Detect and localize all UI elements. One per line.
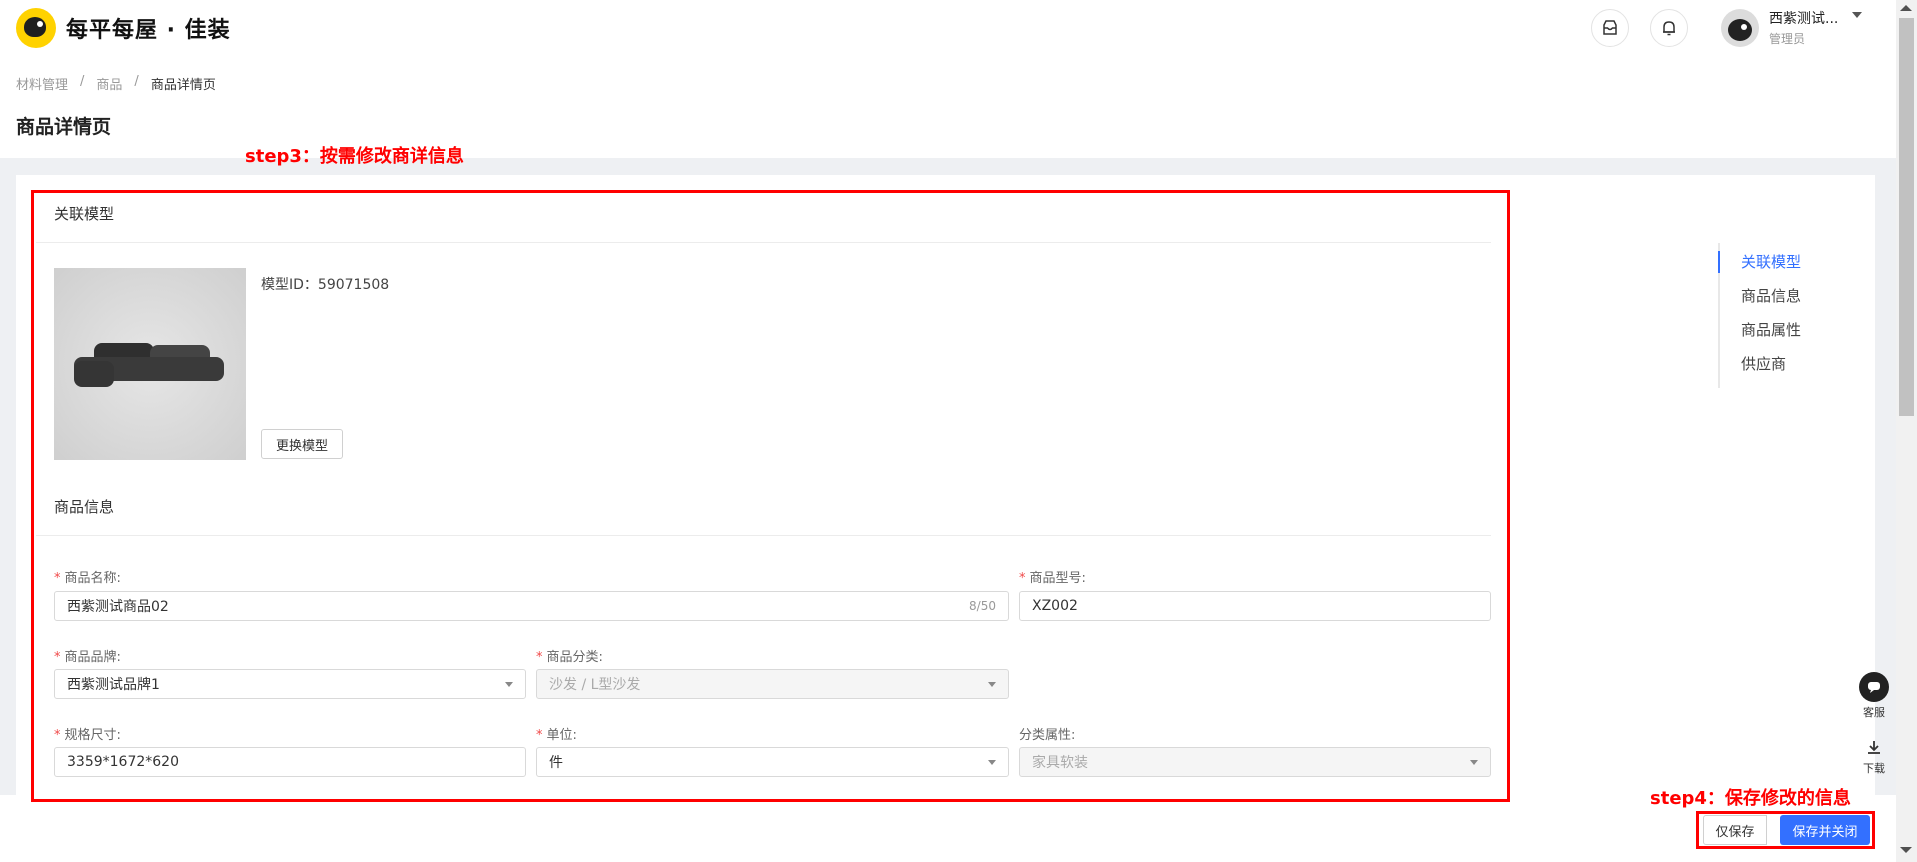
breadcrumb-item-current: 商品详情页: [150, 78, 216, 93]
customer-service-label: 客服: [1863, 706, 1885, 719]
anchor-item-supplier[interactable]: 供应商: [1741, 353, 1786, 374]
anchor-active-indicator: [1718, 251, 1720, 273]
inbox-button[interactable]: [1591, 9, 1629, 47]
top-header: 每平每屋 · 佳装 西紫测试... 管理员: [0, 0, 1896, 56]
breadcrumb-item-materials[interactable]: 材料管理: [16, 74, 68, 93]
chevron-down-icon[interactable]: [1852, 12, 1862, 18]
anchor-item-product-attrs[interactable]: 商品属性: [1741, 319, 1801, 340]
anchor-nav: 关联模型 商品信息 商品属性 供应商: [1718, 243, 1801, 388]
annotation-box-step4: [1696, 811, 1875, 849]
download-label: 下载: [1863, 762, 1885, 775]
customer-service-button[interactable]: 客服: [1856, 672, 1892, 720]
user-name: 西紫测试...: [1769, 11, 1839, 27]
chat-bubble-icon: [1859, 672, 1889, 702]
download-icon: [1856, 740, 1892, 760]
anchor-item-product-info[interactable]: 商品信息: [1741, 285, 1801, 306]
breadcrumb-separator: /: [80, 74, 85, 89]
anchor-item-model[interactable]: 关联模型: [1741, 251, 1801, 272]
logo-mark-icon: [16, 8, 56, 48]
scrollbar-thumb[interactable]: [1899, 18, 1914, 416]
annotation-step3: step3：按需修改商详信息: [245, 146, 464, 167]
annotation-box-step3: [31, 190, 1510, 802]
user-menu[interactable]: 西紫测试... 管理员: [1721, 8, 1838, 47]
bell-icon: [1663, 21, 1675, 36]
notification-button[interactable]: [1650, 9, 1688, 47]
breadcrumb-separator: /: [134, 74, 139, 89]
brand-name: 每平每屋 · 佳装: [66, 18, 231, 43]
user-role: 管理员: [1769, 32, 1806, 46]
brand-logo[interactable]: 每平每屋 · 佳装: [16, 8, 231, 48]
breadcrumb-item-products[interactable]: 商品: [96, 74, 122, 93]
scroll-down-arrow-icon[interactable]: [1900, 847, 1912, 853]
scroll-up-arrow-icon[interactable]: [1900, 5, 1912, 11]
breadcrumb: 材料管理 / 商品 / 商品详情页: [16, 74, 216, 93]
inbox-icon: [1603, 20, 1617, 35]
avatar: [1721, 8, 1759, 47]
annotation-step4: step4：保存修改的信息: [1650, 788, 1851, 809]
download-button[interactable]: 下载: [1856, 740, 1892, 776]
page-title: 商品详情页: [16, 116, 112, 138]
footer-bar: [0, 795, 1896, 862]
